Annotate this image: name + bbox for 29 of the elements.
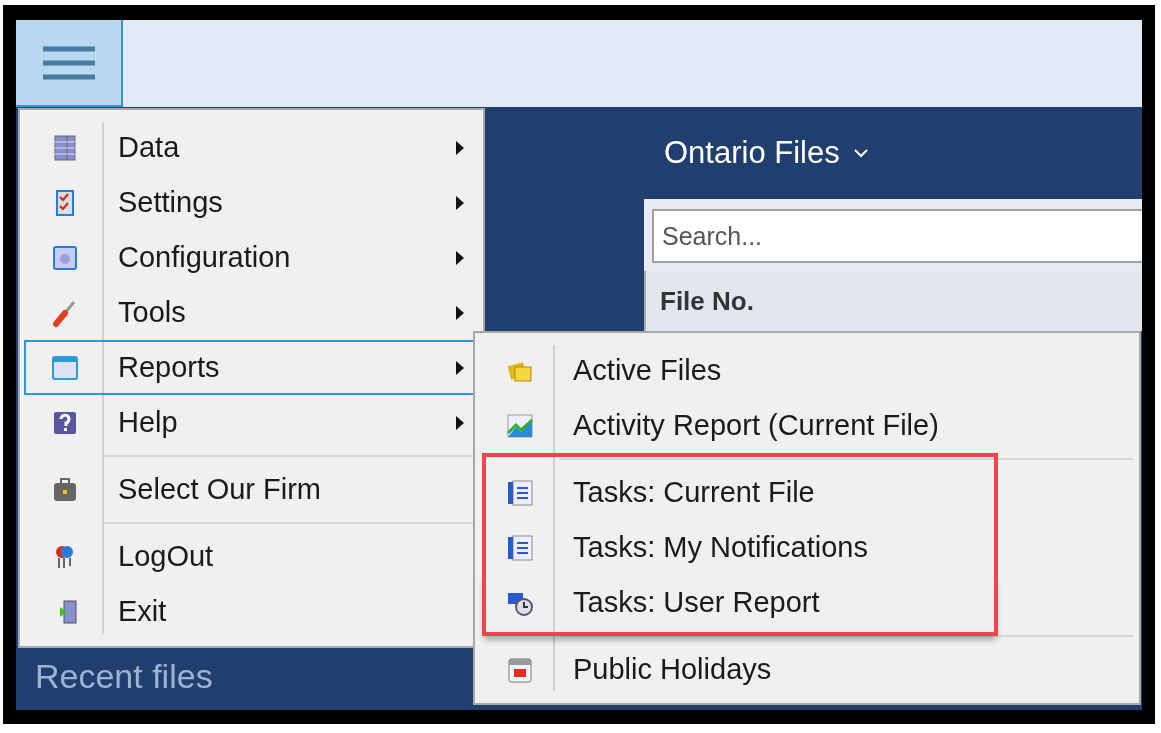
chevron-down-icon xyxy=(853,148,868,158)
menu-item[interactable]: Active Files xyxy=(479,343,1133,398)
menu-button[interactable] xyxy=(16,20,123,107)
menu-item[interactable]: Tasks: My Notifications xyxy=(479,520,1133,575)
task-list-icon xyxy=(505,532,535,563)
menu-item[interactable]: Public Holidays xyxy=(479,642,1133,697)
files-dropdown[interactable]: Ontario Files xyxy=(644,107,1142,199)
recent-files-label: Recent files xyxy=(35,657,213,696)
menu-item[interactable]: Data xyxy=(24,120,477,175)
submenu-arrow-icon xyxy=(455,414,465,431)
submenu-arrow-icon xyxy=(455,194,465,211)
menu-item[interactable]: Tools xyxy=(24,285,477,340)
task-list-icon xyxy=(505,477,535,508)
menu-item[interactable]: Activity Report (Current File) xyxy=(479,398,1133,453)
menu-item[interactable]: Help xyxy=(24,395,477,450)
menu-item[interactable]: Tasks: Current File xyxy=(479,465,1133,520)
search-field[interactable]: Search... xyxy=(652,209,1142,263)
submenu-arrow-icon xyxy=(455,249,465,266)
column-header: File No. xyxy=(660,285,754,317)
menu-icon xyxy=(42,45,95,80)
menu-item[interactable]: Tasks: User Report xyxy=(479,575,1133,630)
menu-item[interactable]: Configuration xyxy=(24,230,477,285)
menu-item[interactable]: LogOut xyxy=(24,529,477,584)
menu-item[interactable]: Exit xyxy=(24,584,477,639)
submenu-arrow-icon xyxy=(455,139,465,156)
menu-item[interactable]: Settings xyxy=(24,175,477,230)
submenu-arrow-icon xyxy=(455,304,465,321)
menu-item[interactable]: Select Our Firm xyxy=(24,462,477,517)
submenu-arrow-icon xyxy=(455,359,465,376)
